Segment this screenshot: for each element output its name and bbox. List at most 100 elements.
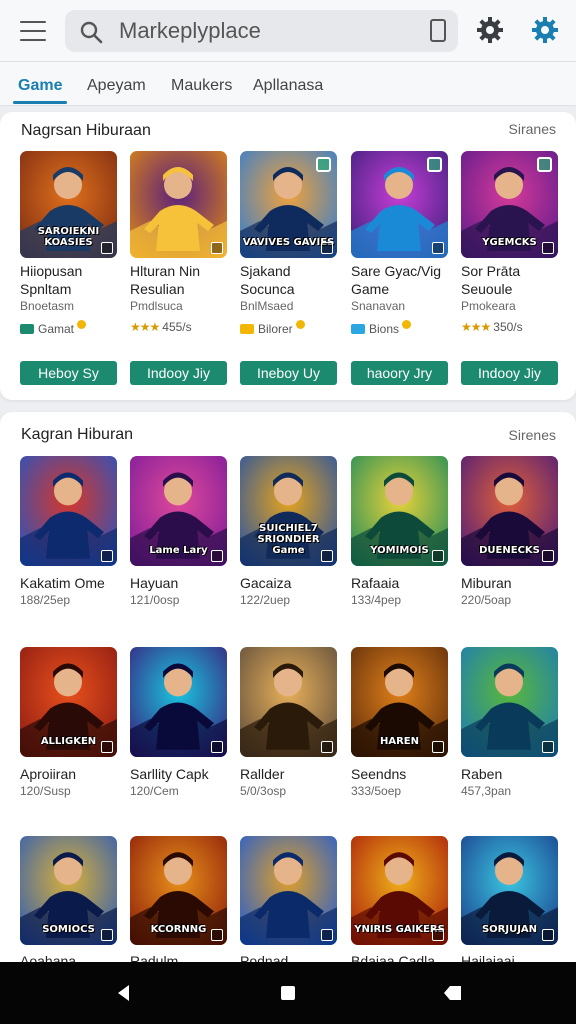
check-icon <box>537 157 552 172</box>
see-all-link[interactable]: Sirenes <box>509 427 556 443</box>
meta-text: 455/s <box>162 320 192 334</box>
app-name: Sare Gyac/Vig Game <box>351 263 442 297</box>
tab-game[interactable]: Game <box>18 77 62 95</box>
game-name: Kakatim Ome <box>20 575 105 591</box>
app-tile[interactable]: SAROIEKNI KOASIES <box>20 151 117 258</box>
see-all-link[interactable]: Siranes <box>509 121 556 137</box>
tab-maukers[interactable]: Maukers <box>171 77 232 95</box>
badge-icon <box>101 242 113 254</box>
badge-icon <box>211 929 223 941</box>
app-name: Sor Prāta Seuoule <box>461 263 521 297</box>
app-name: Hlturan Nin Resulian <box>130 263 201 297</box>
app-tile[interactable]: VAVIVES GAVIES <box>240 151 337 258</box>
game-tile[interactable]: KCORNNG <box>130 836 227 945</box>
menu-icon[interactable] <box>20 21 46 41</box>
game-stats: 457,3pan <box>461 784 512 798</box>
game-stats: 121/0osp <box>130 593 180 607</box>
tab-apllanasa[interactable]: Apllanasa <box>253 77 323 95</box>
green-tag-icon <box>20 324 34 334</box>
game-tile[interactable]: SOMIOCS <box>20 836 117 945</box>
game-tile[interactable] <box>240 647 337 757</box>
section-title: Nagrsan Hiburaan <box>21 122 151 139</box>
game-tile[interactable]: YNIRIS GAIKERS <box>351 836 448 945</box>
app-tile[interactable] <box>351 151 448 258</box>
game-tile[interactable]: HAREN <box>351 647 448 757</box>
badge-icon <box>321 741 333 753</box>
settings-icon[interactable] <box>531 16 559 44</box>
game-tile[interactable] <box>20 456 117 566</box>
badge-icon <box>432 242 444 254</box>
coin-icon <box>402 320 412 329</box>
search-icon <box>80 21 103 44</box>
app-tile[interactable] <box>130 151 227 258</box>
badge-icon <box>211 741 223 753</box>
game-name: Rallder <box>240 766 285 782</box>
badge-icon <box>211 550 223 562</box>
install-button[interactable]: Ineboy Uy <box>240 361 337 385</box>
badge-icon <box>321 550 333 562</box>
meta-text: Bilorer <box>258 322 293 336</box>
game-stats: 122/2uep <box>240 593 291 607</box>
badge-icon <box>542 242 554 254</box>
top-app-bar <box>0 0 576 62</box>
phone-icon[interactable] <box>430 19 446 42</box>
check-icon <box>427 157 442 172</box>
badge-icon <box>432 550 444 562</box>
app-meta: ★★★ 455/s <box>130 320 238 334</box>
install-button[interactable]: Indooy Jiy <box>130 361 227 385</box>
game-tile[interactable] <box>461 647 558 757</box>
tab-apeyam[interactable]: Apeyam <box>87 77 146 95</box>
app-meta: Gamat <box>20 320 128 336</box>
game-tile[interactable]: SUICHIEL7 SRIONDIER Game <box>240 456 337 566</box>
badge-icon <box>432 741 444 753</box>
game-tile[interactable]: ALLIGKEN <box>20 647 117 757</box>
game-stats: 188/25ep <box>20 593 71 607</box>
game-name: Seendns <box>351 766 407 782</box>
recents-icon[interactable] <box>441 982 463 1004</box>
game-name: Aproiiran <box>20 766 77 782</box>
game-tile[interactable] <box>240 836 337 945</box>
coin-icon <box>295 320 305 329</box>
install-button[interactable]: Indooy Jiy <box>461 361 558 385</box>
diamond-icon <box>351 324 365 334</box>
rating-stars: ★★★ <box>461 320 491 334</box>
active-tab-indicator <box>13 101 67 104</box>
app-tile[interactable]: YGEMCKS <box>461 151 558 258</box>
badge-icon <box>321 242 333 254</box>
game-name: Rafaaia <box>351 575 400 591</box>
check-icon <box>316 157 331 172</box>
game-tile[interactable]: DUENECKS <box>461 456 558 566</box>
game-tile[interactable]: Lame Lary <box>130 456 227 566</box>
app-publisher: Bnoetasm <box>20 299 75 313</box>
app-meta: ★★★ 350/s <box>461 320 569 334</box>
app-publisher: BnlMsaed <box>240 299 294 313</box>
search-input[interactable] <box>119 18 419 44</box>
app-meta: Bilorer <box>240 320 348 336</box>
install-button[interactable]: Heboy Sy <box>20 361 117 385</box>
rating-stars: ★★★ <box>130 320 160 334</box>
game-stats: 120/Susp <box>20 784 71 798</box>
home-icon[interactable] <box>277 982 299 1004</box>
app-publisher: Snanavan <box>351 299 406 313</box>
game-stats: 5/0/3osp <box>240 784 287 798</box>
game-tile[interactable]: SORJUJAN <box>461 836 558 945</box>
badge-icon <box>211 242 223 254</box>
game-tile[interactable]: YOMIMOIS <box>351 456 448 566</box>
install-button[interactable]: haoory Jry <box>351 361 448 385</box>
gear-icon[interactable] <box>476 16 504 44</box>
yellow-badge-icon <box>240 324 254 334</box>
game-stats: 120/Cem <box>130 784 179 798</box>
meta-text: 350/s <box>493 320 523 334</box>
game-name: Sarllity Capk <box>130 766 209 782</box>
system-nav-bar <box>0 962 576 1024</box>
game-name: Gacaiza <box>240 575 292 591</box>
search-bar[interactable] <box>65 10 458 52</box>
back-icon[interactable] <box>113 982 135 1004</box>
section-title: Kagran Hiburan <box>21 426 134 443</box>
badge-icon <box>542 550 554 562</box>
badge-icon <box>101 929 113 941</box>
game-tile[interactable] <box>130 647 227 757</box>
app-publisher: Pmdlsuca <box>130 299 183 313</box>
category-tabs: Game Apeyam Maukers Apllanasa <box>0 62 576 106</box>
game-stats: 220/5oap <box>461 593 512 607</box>
